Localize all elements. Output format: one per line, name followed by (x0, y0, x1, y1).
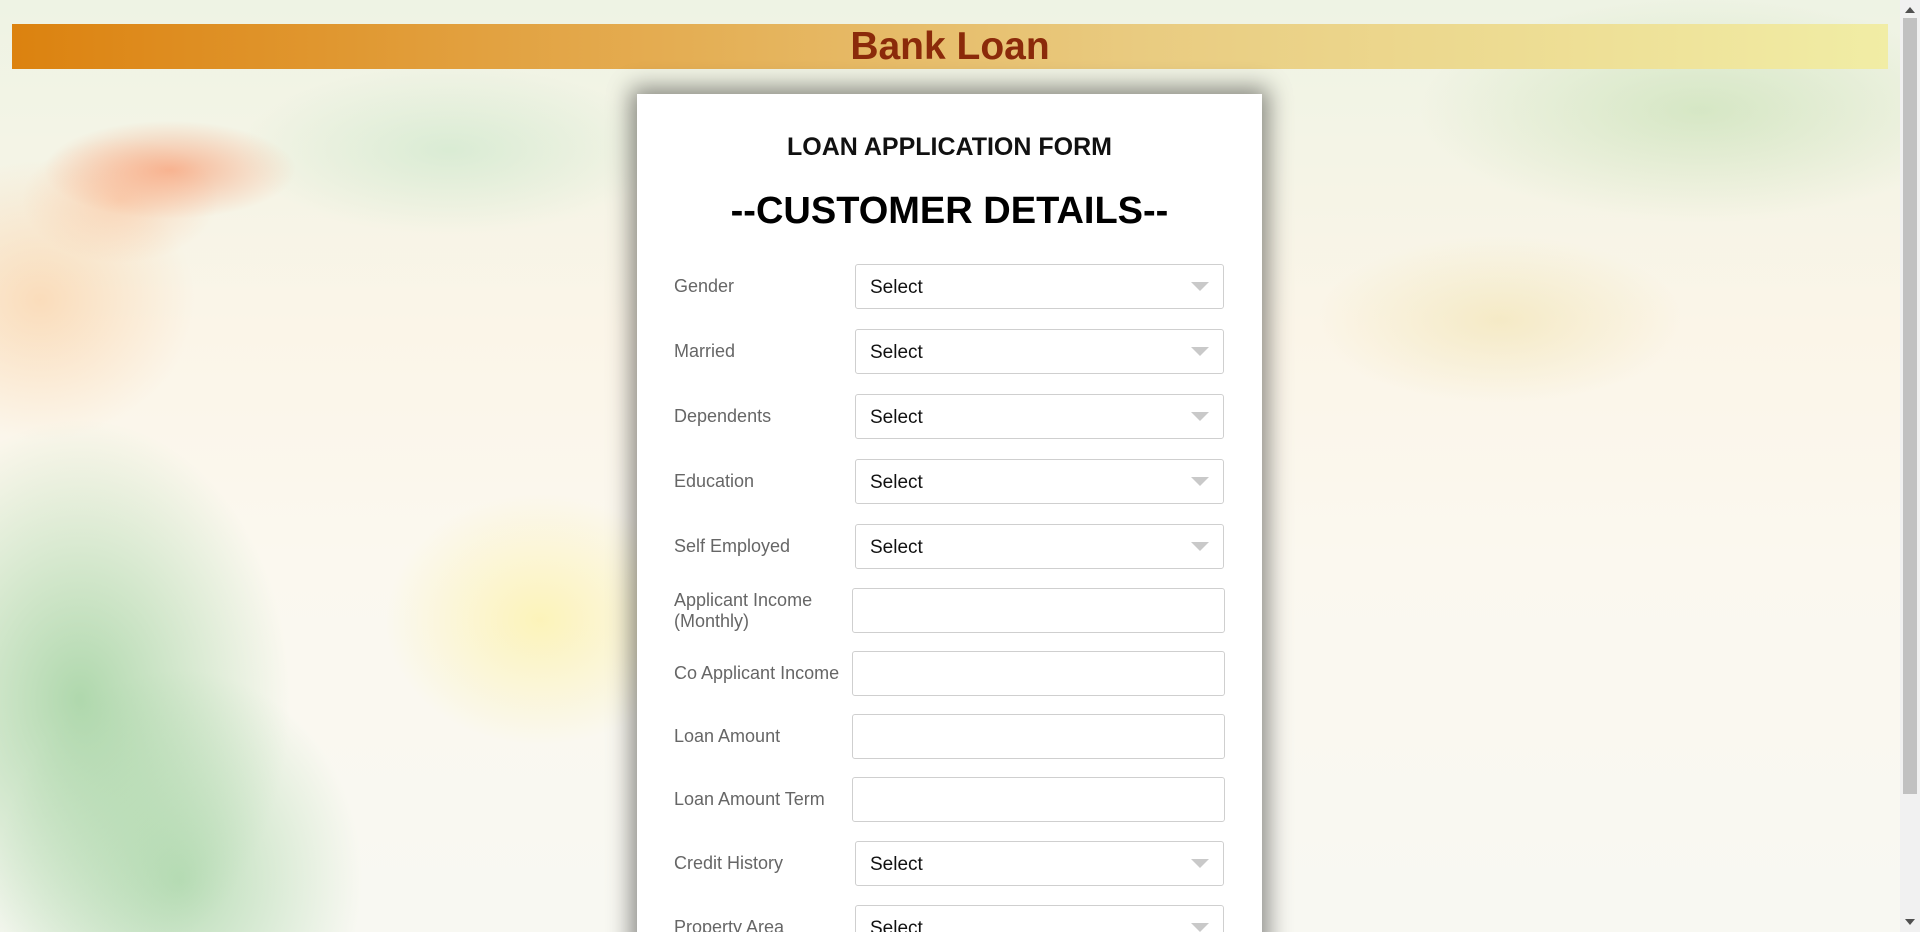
vertical-scrollbar[interactable] (1900, 0, 1920, 932)
credit-history-select-value: Select (870, 854, 923, 875)
self-employed-select-value: Select (870, 537, 923, 558)
page-title: Bank Loan (850, 24, 1050, 68)
scroll-down-arrow-icon[interactable] (1905, 919, 1915, 925)
coapplicant-income-input[interactable] (852, 651, 1225, 696)
chevron-down-icon (1191, 859, 1209, 868)
gender-select-value: Select (870, 277, 923, 298)
education-select-value: Select (870, 472, 923, 493)
gender-select[interactable]: Select (855, 264, 1224, 309)
credit-history-label: Credit History (674, 853, 784, 873)
self-employed-select[interactable]: Select (855, 524, 1224, 569)
education-select[interactable]: Select (855, 459, 1224, 504)
property-area-label: Property Area (674, 917, 785, 932)
loan-amount-term-label: Loan Amount Term (674, 789, 825, 809)
loan-amount-input[interactable] (852, 714, 1225, 759)
coapplicant-income-label: Co Applicant Income (674, 663, 840, 683)
form-title: LOAN APPLICATION FORM (787, 133, 1112, 161)
chevron-down-icon (1191, 412, 1209, 421)
property-area-select[interactable]: Select (855, 905, 1224, 932)
chevron-down-icon (1191, 347, 1209, 356)
loan-application-form: LOAN APPLICATION FORM --CUSTOMER DETAILS… (637, 94, 1262, 932)
loan-amount-label: Loan Amount (674, 726, 781, 746)
dependents-label: Dependents (674, 406, 772, 426)
married-select[interactable]: Select (855, 329, 1224, 374)
applicant-income-label: Applicant Income (Monthly) (674, 590, 812, 632)
header-banner: Bank Loan (12, 24, 1888, 69)
credit-history-select[interactable]: Select (855, 841, 1224, 886)
scroll-up-arrow-icon[interactable] (1905, 7, 1915, 13)
page: Bank Loan LOAN APPLICATION FORM --CUSTOM… (0, 0, 1920, 932)
loan-amount-term-input[interactable] (852, 777, 1225, 822)
applicant-income-label-line2: (Monthly) (674, 611, 750, 631)
married-select-value: Select (870, 342, 923, 363)
property-area-select-value: Select (870, 918, 923, 932)
applicant-income-input[interactable] (852, 588, 1225, 633)
scrollbar-thumb[interactable] (1903, 18, 1917, 794)
married-label: Married (674, 341, 736, 361)
education-label: Education (674, 471, 755, 491)
chevron-down-icon (1191, 477, 1209, 486)
gender-label: Gender (674, 276, 735, 296)
section-title: --CUSTOMER DETAILS-- (730, 190, 1169, 232)
self-employed-label: Self Employed (674, 536, 791, 556)
dependents-select-value: Select (870, 407, 923, 428)
chevron-down-icon (1191, 542, 1209, 551)
chevron-down-icon (1191, 923, 1209, 932)
dependents-select[interactable]: Select (855, 394, 1224, 439)
applicant-income-label-line1: Applicant Income (674, 590, 813, 610)
chevron-down-icon (1191, 282, 1209, 291)
